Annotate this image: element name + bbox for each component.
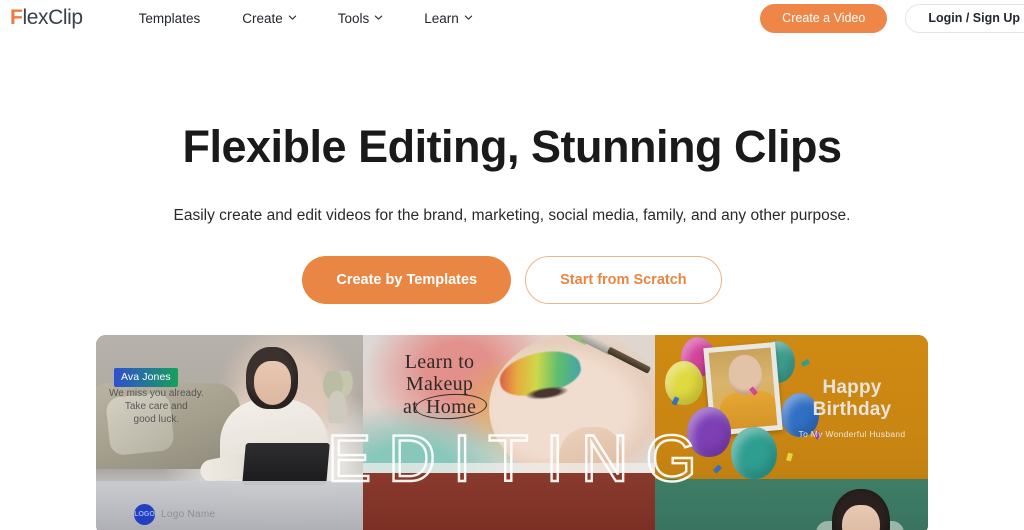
- person-head-shape: [727, 352, 764, 396]
- balloon-shape: [687, 406, 731, 457]
- panel-message: We miss you already. Take care and good …: [109, 387, 204, 426]
- nav-item-learn-label: Learn: [424, 10, 459, 26]
- panel-message-line-1: We miss you already.: [109, 387, 204, 399]
- panel-message-line-3: good luck.: [133, 413, 180, 425]
- panel-dedication: To My Wonderful Husband: [798, 428, 906, 439]
- hero-showcase-wrap: Ava Jones We miss you already. Take care…: [96, 334, 928, 530]
- logo-wordmark: lexClip: [22, 6, 83, 29]
- create-by-templates-button[interactable]: Create by Templates: [302, 255, 512, 304]
- hero-cta-row: Create by Templates Start from Scratch: [0, 255, 1024, 304]
- panel-title-line-3: at Home: [403, 395, 484, 419]
- panel-message-line-2: Take care and: [124, 400, 188, 412]
- showcase-panel-farewell-video[interactable]: Ava Jones We miss you already. Take care…: [96, 334, 363, 530]
- nav-item-templates[interactable]: Templates: [118, 11, 222, 26]
- create-a-video-button[interactable]: Create a Video: [760, 3, 888, 33]
- nav-item-tools-label: Tools: [337, 10, 370, 26]
- balloon-shape: [665, 360, 703, 405]
- hero-section: Flexible Editing, Stunning Clips Easily …: [0, 36, 1024, 530]
- nav-actions: Create a Video Login / Sign Up: [760, 0, 1024, 36]
- shelf-shape: [363, 462, 655, 473]
- showcase-panel-makeup-tutorial[interactable]: Learn to Makeup at Home: [363, 334, 655, 530]
- laptop-shape: [242, 442, 330, 485]
- flexclip-logo[interactable]: FlexClip: [10, 6, 83, 30]
- chevron-down-icon: [288, 13, 296, 21]
- login-signup-button[interactable]: Login / Sign Up: [905, 3, 1024, 33]
- balloon-shape: [731, 426, 777, 479]
- start-from-scratch-button[interactable]: Start from Scratch: [525, 255, 722, 304]
- color-band-shape: [363, 472, 655, 530]
- panel-logo-name: Logo Name: [161, 508, 216, 520]
- showcase-panel-birthday-video[interactable]: Happy Birthday To My Wonderful Husband: [655, 334, 928, 530]
- chevron-down-icon: [374, 13, 383, 21]
- hero-showcase-media[interactable]: Ava Jones We miss you already. Take care…: [96, 334, 928, 530]
- logo-placeholder-icon: LOGO: [134, 503, 155, 525]
- panel-title-circled-word: Home: [418, 395, 484, 419]
- panel-title-line-1: Learn to: [404, 350, 475, 373]
- panel-greeting-line-2: Birthday: [812, 398, 892, 420]
- panel-greeting: Happy Birthday To My Wonderful Husband: [790, 377, 914, 439]
- hero-subtitle: Easily create and edit videos for the br…: [173, 206, 851, 224]
- nav-links: Templates Create Tools Learn: [118, 11, 493, 26]
- nav-item-learn[interactable]: Learn: [403, 11, 493, 26]
- panel-greeting-line-1: Happy: [822, 376, 882, 398]
- panel-title: Learn to Makeup at Home: [395, 351, 484, 419]
- nav-item-create[interactable]: Create: [221, 11, 317, 26]
- panel-logo-chip: LOGO Logo Name: [134, 503, 216, 525]
- chevron-down-icon: [464, 13, 472, 21]
- nav-item-create-label: Create: [242, 10, 283, 26]
- person-face-shape: [254, 360, 291, 405]
- nav-item-tools[interactable]: Tools: [317, 11, 404, 26]
- panel-name-badge: Ava Jones: [114, 367, 178, 387]
- plant-shape: [317, 370, 357, 423]
- top-navbar: FlexClip Templates Create Tools Learn Cr…: [0, 0, 1024, 36]
- nav-item-templates-label: Templates: [138, 10, 201, 26]
- hero-title: Flexible Editing, Stunning Clips: [182, 121, 843, 172]
- panel-title-line-2: Makeup: [405, 372, 474, 395]
- logo-mark-f: F: [10, 6, 23, 29]
